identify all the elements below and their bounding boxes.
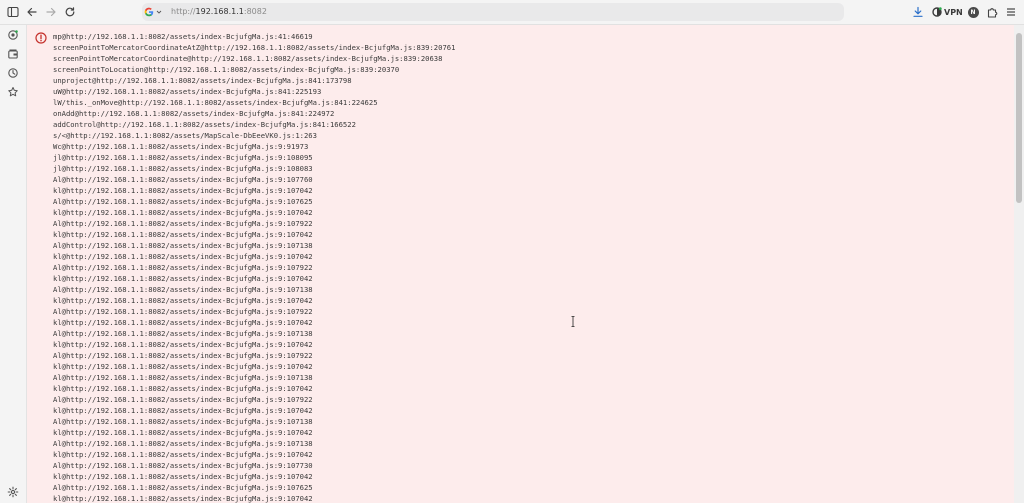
- stack-trace-line: Al@http://192.168.1.1:8082/assets/index-…: [53, 395, 313, 404]
- stack-trace-line: Al@http://192.168.1.1:8082/assets/index-…: [53, 285, 313, 294]
- page-content: mp@http://192.168.1.1:8082/assets/index-…: [27, 25, 1014, 503]
- extensions-icon[interactable]: [984, 4, 1000, 20]
- stack-trace-line: jl@http://192.168.1.1:8082/assets/index-…: [53, 153, 313, 162]
- url-text[interactable]: http://192.168.1.1:8082: [171, 5, 267, 19]
- vpn-label: VPN: [944, 7, 963, 17]
- stack-trace-line: kl@http://192.168.1.1:8082/assets/index-…: [53, 450, 313, 459]
- error-icon: [35, 32, 47, 44]
- stack-trace-line: Al@http://192.168.1.1:8082/assets/index-…: [53, 197, 313, 206]
- stack-trace-line: Al@http://192.168.1.1:8082/assets/index-…: [53, 175, 313, 184]
- reload-icon[interactable]: [62, 4, 78, 20]
- stack-trace-line: kl@http://192.168.1.1:8082/assets/index-…: [53, 494, 313, 503]
- vpn-button[interactable]: VPN: [932, 5, 963, 19]
- stack-trace-line: Al@http://192.168.1.1:8082/assets/index-…: [53, 483, 313, 492]
- address-bar[interactable]: http://192.168.1.1:8082: [142, 3, 844, 21]
- stack-trace-line: kl@http://192.168.1.1:8082/assets/index-…: [53, 362, 313, 371]
- stack-trace-line: kl@http://192.168.1.1:8082/assets/index-…: [53, 296, 313, 305]
- stack-trace-line: kl@http://192.168.1.1:8082/assets/index-…: [53, 428, 313, 437]
- settings-icon[interactable]: [5, 484, 21, 500]
- download-icon[interactable]: [910, 4, 926, 20]
- browser-toolbar: http://192.168.1.1:8082 VPN N: [0, 0, 1024, 25]
- stack-trace-line: onAdd@http://192.168.1.1:8082/assets/ind…: [53, 109, 335, 118]
- stack-trace-line: Al@http://192.168.1.1:8082/assets/index-…: [53, 461, 313, 470]
- stack-trace-line: screenPointToLocation@http://192.168.1.1…: [53, 65, 400, 74]
- profile-avatar: N: [967, 6, 979, 18]
- menu-icon[interactable]: [1003, 4, 1019, 20]
- stack-trace-line: mp@http://192.168.1.1:8082/assets/index-…: [53, 32, 313, 41]
- stack-trace-line: Al@http://192.168.1.1:8082/assets/index-…: [53, 373, 313, 382]
- stack-trace-line: screenPointToMercatorCoordinate@http://1…: [53, 54, 443, 63]
- error-panel: mp@http://192.168.1.1:8082/assets/index-…: [27, 25, 1014, 503]
- stack-trace-line: kl@http://192.168.1.1:8082/assets/index-…: [53, 252, 313, 261]
- stack-trace-line: jl@http://192.168.1.1:8082/assets/index-…: [53, 164, 313, 173]
- stack-trace-line: kl@http://192.168.1.1:8082/assets/index-…: [53, 406, 313, 415]
- text-cursor-icon: [571, 316, 575, 327]
- stack-trace-line: Al@http://192.168.1.1:8082/assets/index-…: [53, 307, 313, 316]
- stack-trace-line: unproject@http://192.168.1.1:8082/assets…: [53, 76, 352, 85]
- scrollbar-thumb[interactable]: [1016, 33, 1022, 203]
- back-icon[interactable]: [24, 4, 40, 20]
- url-port: :8082: [243, 7, 267, 16]
- stack-trace-line: Al@http://192.168.1.1:8082/assets/index-…: [53, 439, 313, 448]
- stack-trace-line: Wc@http://192.168.1.1:8082/assets/index-…: [53, 142, 309, 151]
- stack-trace-line: kl@http://192.168.1.1:8082/assets/index-…: [53, 340, 313, 349]
- history-icon[interactable]: [5, 65, 21, 81]
- profile-icon[interactable]: N: [965, 4, 981, 20]
- browser-sidebar: [0, 25, 27, 503]
- stack-trace-line: addControl@http://192.168.1.1:8082/asset…: [53, 120, 356, 129]
- stack-trace-line: kl@http://192.168.1.1:8082/assets/index-…: [53, 186, 313, 195]
- stack-trace-line: s/<@http://192.168.1.1:8082/assets/MapSc…: [53, 131, 317, 140]
- stack-trace-line: Al@http://192.168.1.1:8082/assets/index-…: [53, 241, 313, 250]
- stack-trace-line: uW@http://192.168.1.1:8082/assets/index-…: [53, 87, 322, 96]
- messenger-icon[interactable]: [5, 27, 21, 43]
- url-scheme: http://: [171, 7, 196, 16]
- stack-trace-line: Al@http://192.168.1.1:8082/assets/index-…: [53, 263, 313, 272]
- search-engine-selector[interactable]: [144, 4, 166, 20]
- stack-trace-line: lW/this._onMove@http://192.168.1.1:8082/…: [53, 98, 378, 107]
- stack-trace-line: Al@http://192.168.1.1:8082/assets/index-…: [53, 417, 313, 426]
- stack-trace-line: kl@http://192.168.1.1:8082/assets/index-…: [53, 472, 313, 481]
- stack-trace-line: kl@http://192.168.1.1:8082/assets/index-…: [53, 318, 313, 327]
- forward-icon[interactable]: [43, 4, 59, 20]
- google-icon: [144, 7, 154, 17]
- vertical-scrollbar[interactable]: [1014, 25, 1024, 503]
- chevron-down-icon: [156, 10, 162, 14]
- sidebar-toggle-icon[interactable]: [5, 4, 21, 20]
- stack-trace-line: kl@http://192.168.1.1:8082/assets/index-…: [53, 230, 313, 239]
- stack-trace-line: kl@http://192.168.1.1:8082/assets/index-…: [53, 274, 313, 283]
- vpn-icon: [932, 7, 942, 17]
- stack-trace: mp@http://192.168.1.1:8082/assets/index-…: [53, 31, 455, 504]
- stack-trace-line: kl@http://192.168.1.1:8082/assets/index-…: [53, 208, 313, 217]
- bookmarks-icon[interactable]: [5, 84, 21, 100]
- stack-trace-line: Al@http://192.168.1.1:8082/assets/index-…: [53, 351, 313, 360]
- stack-trace-line: Al@http://192.168.1.1:8082/assets/index-…: [53, 219, 313, 228]
- stack-trace-line: Al@http://192.168.1.1:8082/assets/index-…: [53, 329, 313, 338]
- stack-trace-line: kl@http://192.168.1.1:8082/assets/index-…: [53, 384, 313, 393]
- url-host: 192.168.1.1: [195, 7, 244, 16]
- stack-trace-line: screenPointToMercatorCoordinateAtZ@http:…: [53, 43, 456, 52]
- wallet-icon[interactable]: [5, 46, 21, 62]
